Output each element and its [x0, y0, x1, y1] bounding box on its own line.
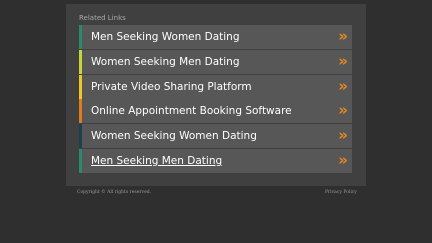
- privacy-policy-link[interactable]: Privacy Policy: [325, 190, 357, 195]
- link-label[interactable]: Private Video Sharing Platform: [91, 81, 252, 93]
- link-label[interactable]: Online Appointment Booking Software: [91, 105, 292, 117]
- link-label[interactable]: Men Seeking Women Dating: [91, 31, 240, 43]
- link-accent-stripe: [79, 49, 82, 74]
- double-chevron-right-icon[interactable]: »: [338, 128, 348, 143]
- copyright-text: Copyright © All rights reserved.: [77, 190, 152, 195]
- related-link-men-seeking-men[interactable]: Men Seeking Men Dating »: [79, 148, 352, 173]
- related-link-men-seeking-women[interactable]: Men Seeking Women Dating »: [79, 25, 352, 49]
- double-chevron-right-icon[interactable]: »: [338, 53, 348, 69]
- related-link-private-video[interactable]: Private Video Sharing Platform »: [79, 74, 352, 99]
- related-link-women-seeking-men[interactable]: Women Seeking Men Dating »: [79, 49, 352, 74]
- link-accent-stripe: [79, 74, 82, 99]
- link-accent-stripe: [79, 124, 82, 149]
- link-label[interactable]: Women Seeking Men Dating: [91, 56, 240, 68]
- link-accent-stripe: [79, 25, 82, 49]
- related-link-appointment-booking[interactable]: Online Appointment Booking Software »: [79, 99, 352, 124]
- related-link-women-seeking-women[interactable]: Women Seeking Women Dating »: [79, 124, 352, 149]
- link-accent-stripe: [79, 148, 82, 173]
- link-label[interactable]: Women Seeking Women Dating: [91, 130, 257, 142]
- related-links-panel: Related Links Men Seeking Women Dating »…: [66, 4, 366, 186]
- double-chevron-right-icon[interactable]: »: [338, 103, 348, 118]
- double-chevron-right-icon[interactable]: »: [338, 78, 348, 94]
- double-chevron-right-icon[interactable]: »: [338, 29, 348, 44]
- double-chevron-right-icon[interactable]: »: [338, 152, 348, 168]
- link-accent-stripe: [79, 99, 82, 124]
- related-links-list: Men Seeking Women Dating » Women Seeking…: [79, 25, 352, 174]
- link-label[interactable]: Men Seeking Men Dating: [91, 155, 222, 167]
- related-links-title: Related Links: [79, 14, 126, 22]
